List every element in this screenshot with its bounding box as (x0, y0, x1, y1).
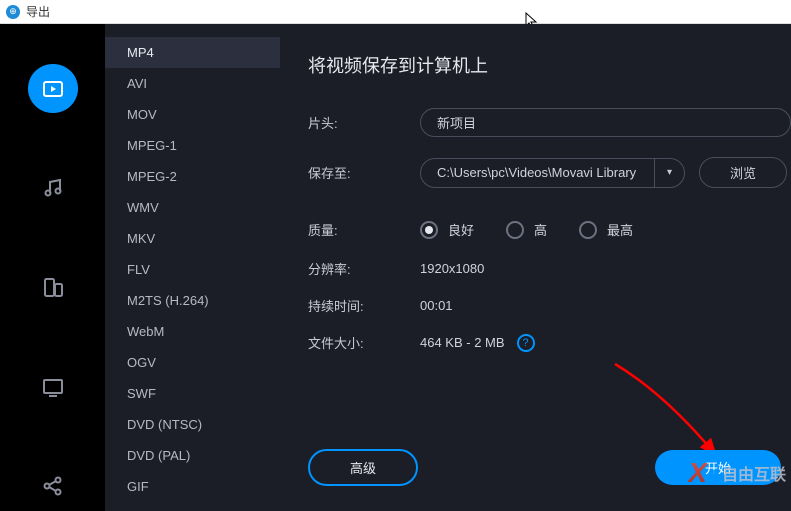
format-item[interactable]: MKV (105, 223, 280, 254)
help-icon[interactable]: ? (517, 334, 535, 352)
advanced-button[interactable]: 高级 (308, 449, 418, 486)
quality-radiogroup: 良好 高 最高 (420, 220, 633, 239)
saveto-row: 保存至: C:\Users\pc\Videos\Movavi Library ▾… (308, 157, 791, 188)
category-iconbar (0, 24, 105, 511)
format-item[interactable]: MPEG-1 (105, 130, 280, 161)
duration-value: 00:01 (420, 298, 453, 313)
format-item[interactable]: M2TS (H.264) (105, 285, 280, 316)
saveto-label: 保存至: (308, 163, 420, 182)
radio-icon (579, 221, 597, 239)
window-title: 导出 (26, 3, 50, 20)
share-category-button[interactable] (28, 462, 78, 511)
format-item[interactable]: GIF (105, 471, 280, 502)
quality-radio-high[interactable]: 高 (506, 220, 547, 239)
chevron-down-icon[interactable]: ▾ (654, 159, 684, 187)
quality-row: 质量: 良好 高 最高 (308, 220, 791, 239)
format-item[interactable]: MOV (105, 99, 280, 130)
export-settings-panel: 将视频保存到计算机上 片头: 保存至: C:\Users\pc\Videos\M… (280, 24, 791, 511)
quality-radio-highest[interactable]: 最高 (579, 220, 633, 239)
filesize-value: 464 KB - 2 MB (420, 335, 505, 350)
format-item[interactable]: SWF (105, 378, 280, 409)
app-body: MP4 AVI MOV MPEG-1 MPEG-2 WMV MKV FLV M2… (0, 24, 791, 511)
titlebar: ⊕ 导出 (0, 0, 791, 24)
page-title: 将视频保存到计算机上 (308, 52, 791, 78)
footer-actions: 高级 开始 (308, 449, 791, 486)
resolution-row: 分辨率: 1920x1080 (308, 259, 791, 278)
start-button[interactable]: 开始 (655, 450, 781, 485)
resolution-label: 分辨率: (308, 259, 420, 278)
video-category-button[interactable] (28, 64, 78, 113)
resolution-value: 1920x1080 (420, 261, 484, 276)
format-item[interactable]: OGV (105, 347, 280, 378)
format-item[interactable]: DVD (NTSC) (105, 409, 280, 440)
title-input[interactable] (420, 108, 791, 137)
quality-label: 质量: (308, 220, 420, 239)
title-label: 片头: (308, 113, 420, 132)
filesize-label: 文件大小: (308, 333, 420, 352)
title-row: 片头: (308, 108, 791, 137)
format-item[interactable]: MPEG-2 (105, 161, 280, 192)
duration-label: 持续时间: (308, 296, 420, 315)
format-item[interactable]: MP4 (105, 37, 280, 68)
format-item[interactable]: WebM (105, 316, 280, 347)
radio-icon (506, 221, 524, 239)
format-item[interactable]: WMV (105, 192, 280, 223)
format-item[interactable]: FLV (105, 254, 280, 285)
format-item[interactable]: AVI (105, 68, 280, 99)
audio-category-button[interactable] (28, 163, 78, 212)
format-list: MP4 AVI MOV MPEG-1 MPEG-2 WMV MKV FLV M2… (105, 24, 280, 511)
save-path-select[interactable]: C:\Users\pc\Videos\Movavi Library ▾ (420, 158, 685, 188)
quality-radio-good[interactable]: 良好 (420, 220, 474, 239)
tv-category-button[interactable] (28, 362, 78, 411)
duration-row: 持续时间: 00:01 (308, 296, 791, 315)
save-path-text: C:\Users\pc\Videos\Movavi Library (437, 165, 654, 180)
devices-category-button[interactable] (28, 263, 78, 312)
radio-icon (420, 221, 438, 239)
filesize-row: 文件大小: 464 KB - 2 MB ? (308, 333, 791, 352)
format-item[interactable]: DVD (PAL) (105, 440, 280, 471)
browse-button[interactable]: 浏览 (699, 157, 787, 188)
app-icon: ⊕ (6, 5, 20, 19)
